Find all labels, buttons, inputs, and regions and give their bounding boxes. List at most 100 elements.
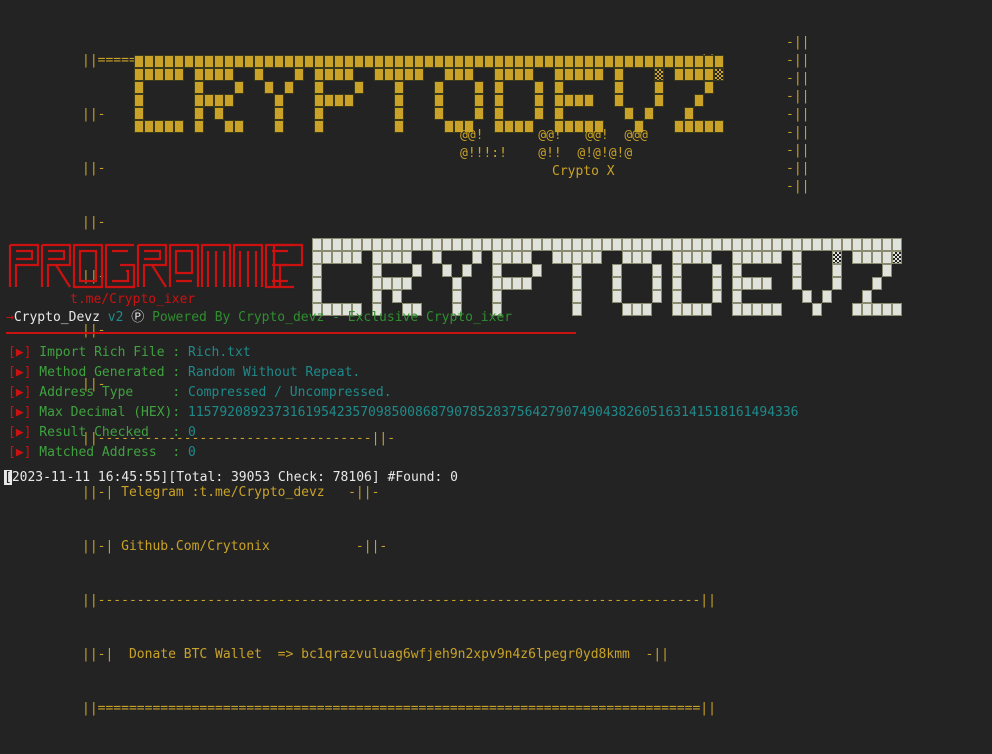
banner-cell: [204, 94, 214, 107]
banner-cell: [684, 94, 694, 107]
banner-cell: [362, 264, 372, 277]
banner-cell: [254, 94, 264, 107]
banner-cell: [564, 68, 574, 81]
banner-cell: [274, 68, 284, 81]
banner-cell: [174, 120, 184, 133]
banner-cell: [872, 277, 882, 290]
banner-cell: [332, 290, 342, 303]
banner-cell: [404, 81, 414, 94]
banner-cell: [614, 107, 624, 120]
banner-cell: [414, 55, 424, 68]
banner-cell: [324, 55, 334, 68]
banner-cell: [842, 251, 852, 264]
banner-cell: [482, 290, 492, 303]
banner-cell: [204, 107, 214, 120]
banner-cell: [704, 55, 714, 68]
banner-cell: [194, 81, 204, 94]
banner-cell: [642, 303, 652, 316]
banner-cell: [464, 81, 474, 94]
programmer-sub-url[interactable]: t.me/Crypto_ixer: [70, 292, 195, 308]
banner-cell: [702, 303, 712, 316]
banner-cell: [352, 290, 362, 303]
banner-cell: [782, 290, 792, 303]
banner-cell: [594, 68, 604, 81]
banner-cell: [582, 290, 592, 303]
banner-cell: [792, 290, 802, 303]
banner-cell: [522, 290, 532, 303]
banner-cell: [444, 107, 454, 120]
banner-cell: [562, 290, 572, 303]
banner-crypto-devz-gold: [134, 55, 724, 133]
banner-cell: [622, 303, 632, 316]
banner-cell: [752, 290, 762, 303]
banner-cell: [522, 277, 532, 290]
banner-cell: [384, 55, 394, 68]
banner-cell: [862, 264, 872, 277]
banner-cell: [402, 238, 412, 251]
programmer-logo: [8, 237, 304, 289]
banner-cell: [134, 55, 144, 68]
banner-cell: [412, 290, 422, 303]
banner-cell: [562, 251, 572, 264]
banner-cell: [234, 68, 244, 81]
banner-cell: [562, 238, 572, 251]
play-icon: [▶]: [8, 385, 32, 400]
banner-cell: [714, 94, 724, 107]
banner-cell: [682, 264, 692, 277]
banner-cell: [324, 94, 334, 107]
info-row-label: Address Type: [31, 385, 173, 400]
banner-cell: [702, 264, 712, 277]
banner-cell: [174, 107, 184, 120]
banner-cell: [694, 120, 704, 133]
banner-cell: [234, 55, 244, 68]
banner-cell: [412, 251, 422, 264]
banner-cell: [802, 238, 812, 251]
banner-cell: [582, 277, 592, 290]
banner-cell: [622, 264, 632, 277]
banner-cell: [574, 68, 584, 81]
banner-cell: [772, 264, 782, 277]
banner-cell: [672, 303, 682, 316]
header-telegram-line[interactable]: ||-| Telegram :t.me/Crypto_devz -||-: [82, 485, 379, 500]
banner-cell: [382, 251, 392, 264]
banner-cell: [622, 251, 632, 264]
banner-cell: [802, 303, 812, 316]
header-donate-line[interactable]: ||-| Donate BTC Wallet => bc1qrazvuluag6…: [82, 647, 669, 662]
banner-cell: [544, 55, 554, 68]
banner-cell: [404, 107, 414, 120]
banner-cell: [802, 251, 812, 264]
banner-cell: [882, 251, 892, 264]
banner-cell: [324, 120, 334, 133]
banner-cell: [454, 107, 464, 120]
banner-cell: [184, 81, 194, 94]
banner-cell: [822, 264, 832, 277]
play-icon: [▶]: [8, 445, 32, 460]
banner-cell: [882, 238, 892, 251]
banner-cell: [614, 81, 624, 94]
header-border-bottom: ||======================================…: [82, 701, 716, 716]
banner-cell: [662, 238, 672, 251]
banner-cell: [284, 55, 294, 68]
banner-cell: [732, 251, 742, 264]
banner-cell: [452, 251, 462, 264]
banner-cell: [712, 251, 722, 264]
banner-cell: [394, 81, 404, 94]
banner-cell: [342, 277, 352, 290]
info-row-label: Import Rich File: [31, 345, 173, 360]
header-edge-2: ||-: [82, 161, 106, 176]
banner-cell: [604, 68, 614, 81]
banner-cell: [704, 81, 714, 94]
banner-cell: [524, 107, 534, 120]
banner-cell: [812, 238, 822, 251]
banner-cell: [294, 94, 304, 107]
banner-cell: [432, 264, 442, 277]
banner-cell: [512, 264, 522, 277]
bottom-status-bar: [2023-11-11 16:45:55][Total: 39053 Check…: [4, 470, 458, 486]
info-row-separator: :: [172, 385, 189, 400]
banner-cell: [792, 264, 802, 277]
header-github-line[interactable]: ||-| Github.Com/Crytonix -||-: [82, 539, 387, 554]
banner-cell: [602, 277, 612, 290]
banner-cell: [862, 238, 872, 251]
banner-cell: [532, 238, 542, 251]
banner-cell: [334, 68, 344, 81]
